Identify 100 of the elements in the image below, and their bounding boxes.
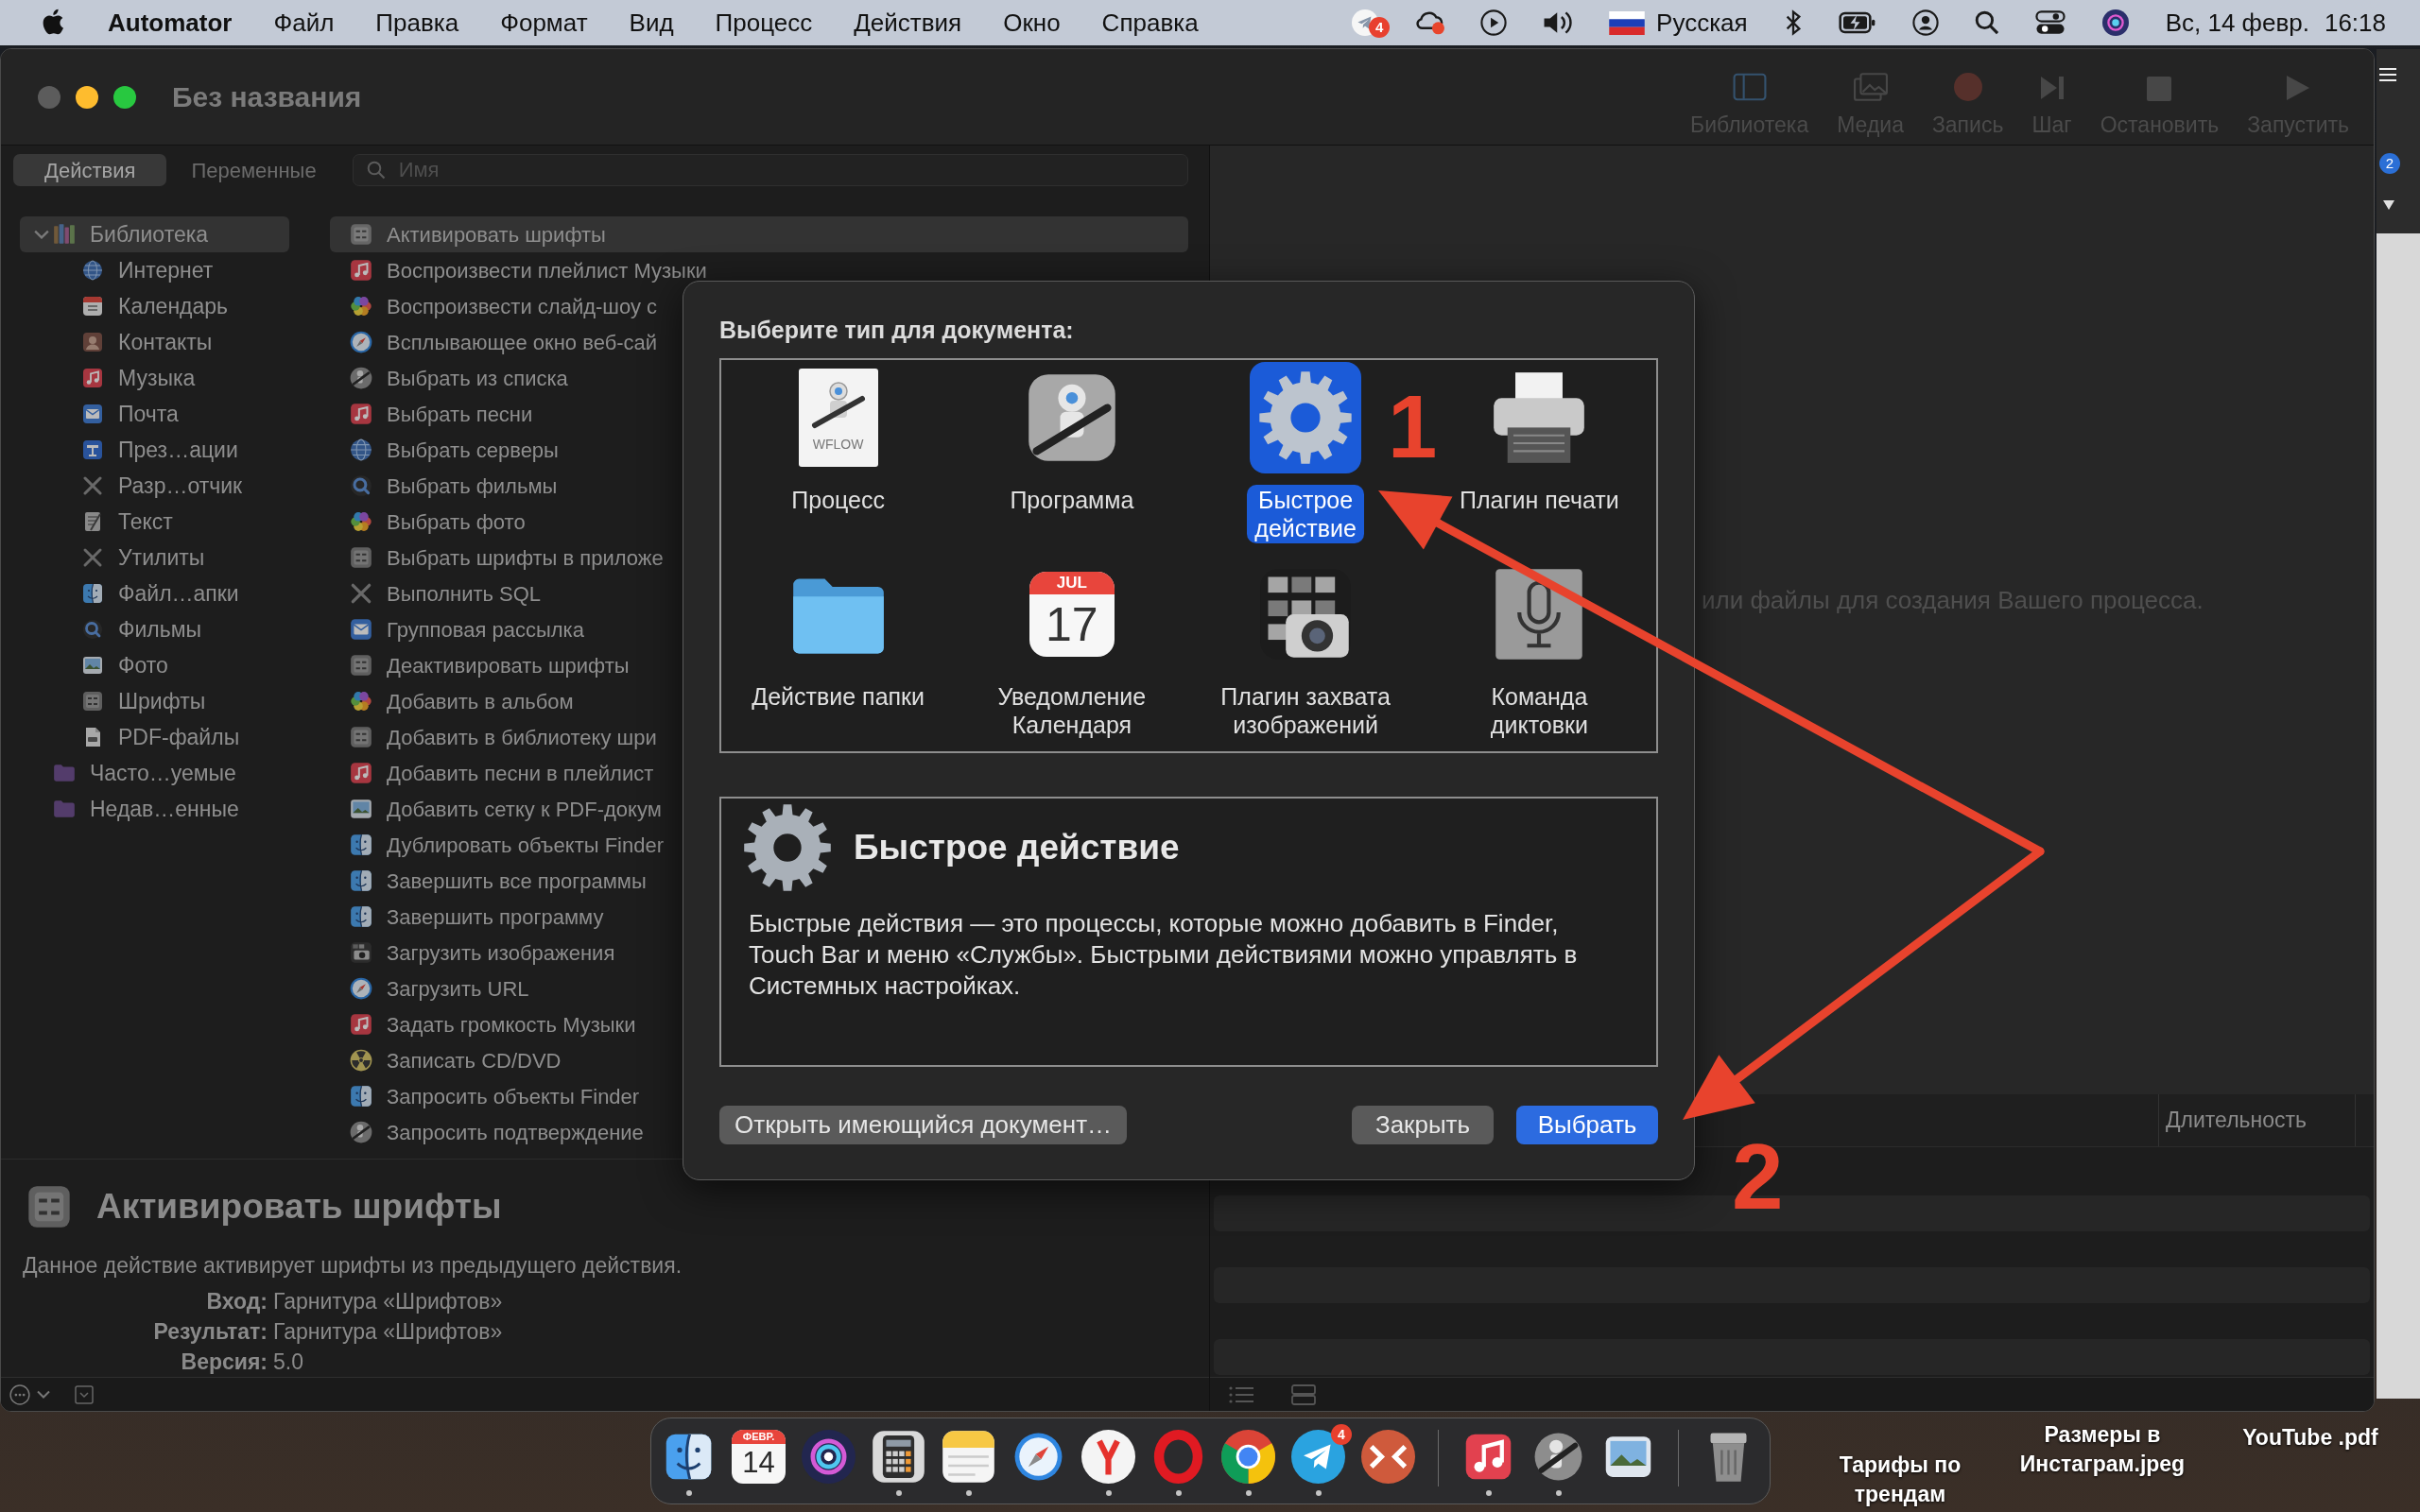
document-type-option[interactable]: Плагин печати (1452, 362, 1627, 543)
menu-item[interactable]: Вид (629, 4, 674, 42)
sidebar-item[interactable]: Контакты (20, 324, 289, 360)
menu-item[interactable]: Файл (273, 4, 335, 42)
close-button[interactable]: Закрыть (1352, 1106, 1494, 1144)
action-item[interactable]: Выбрать шрифты в приложе (330, 540, 666, 576)
action-item[interactable]: Завершить все программы (330, 863, 649, 899)
action-item[interactable]: Загрузить URL (330, 971, 532, 1006)
orb-icon[interactable] (802, 1430, 856, 1484)
chevron-down-icon[interactable] (37, 1390, 50, 1399)
action-item[interactable]: Активировать шрифты (330, 216, 1188, 252)
action-item[interactable]: Выбрать серверы (330, 432, 562, 468)
menu-item[interactable]: Формат (500, 4, 588, 42)
sidebar-item[interactable]: През…ации (20, 432, 289, 468)
action-item[interactable]: Добавить в альбом (330, 683, 577, 719)
sidebar-item[interactable]: Файл…апки (20, 576, 289, 611)
orb-icon[interactable] (2100, 9, 2130, 36)
action-item[interactable]: Воспроизвести плейлист Музыки (330, 252, 710, 288)
sidebar-item[interactable]: Музыка (20, 360, 289, 396)
zoom-button[interactable] (113, 85, 136, 109)
action-item[interactable]: Выбрать песни (330, 396, 536, 432)
calculator-icon[interactable] (872, 1430, 925, 1484)
action-item[interactable]: Всплывающее окно веб-сай (330, 324, 661, 360)
action-item[interactable]: Запросить подтверждение (330, 1114, 647, 1150)
sidebar-item[interactable]: Текст (20, 504, 289, 540)
document-type-option[interactable]: Плагин захвата изображений (1213, 558, 1398, 740)
action-item[interactable]: Выбрать из списка (330, 360, 571, 396)
document-type-option[interactable]: WFLOW Процесс (782, 362, 894, 543)
document-type-option[interactable]: Быстрое действие (1247, 362, 1364, 543)
action-item[interactable]: Запросить объекты Finder (330, 1078, 643, 1114)
column-header[interactable]: Длительность (2166, 1104, 2308, 1137)
action-item[interactable]: Деактивировать шрифты (330, 647, 632, 683)
action-item[interactable]: Выбрать фото (330, 504, 528, 540)
sidebar-item[interactable]: Почта (20, 396, 289, 432)
action-item[interactable]: Добавить сетку к PDF-докум (330, 791, 665, 827)
input-source-label[interactable]: Русская (1656, 4, 1748, 42)
document-type-option[interactable]: JUL 17 Уведомление Календаря (990, 558, 1154, 740)
calendar-icon[interactable]: ФЕВР. 14 (732, 1430, 786, 1484)
action-item[interactable]: Завершить программу (330, 899, 607, 935)
action-item[interactable]: Добавить песни в плейлист (330, 755, 657, 791)
document-type-option[interactable]: Команда диктовки (1482, 558, 1596, 740)
tab[interactable]: Переменные (166, 154, 341, 186)
sidebar-item[interactable]: Фильмы (20, 611, 289, 647)
choose-button[interactable]: Выбрать (1516, 1106, 1658, 1144)
tab[interactable]: Действия (13, 154, 167, 186)
search-icon[interactable] (1974, 9, 1999, 36)
menu-item[interactable]: Действия (854, 4, 962, 42)
action-item[interactable]: Задать громкость Музыки (330, 1006, 639, 1042)
user-icon[interactable] (1911, 9, 1939, 36)
sidebar-item[interactable]: Часто…уемые (20, 755, 289, 791)
action-item[interactable]: Выполнить SQL (330, 576, 544, 611)
menu-item[interactable]: Окно (1003, 4, 1061, 42)
volume-icon[interactable] (1543, 9, 1574, 36)
menu-item[interactable]: Правка (375, 4, 459, 42)
desktop-file-name[interactable]: Тарифы по трендам (1824, 1451, 1976, 1509)
sidebar-item[interactable]: Библиотека (20, 216, 289, 252)
sidebar-item[interactable]: Утилиты (20, 540, 289, 576)
y-mark-icon[interactable] (1081, 1430, 1135, 1484)
notepad-icon[interactable] (942, 1430, 995, 1484)
open-document-button[interactable]: Открыть имеющийся документ… (719, 1106, 1128, 1144)
action-item[interactable]: Записать CD/DVD (330, 1042, 564, 1078)
sidebar-item[interactable]: Календарь (20, 288, 289, 324)
oval-ring-icon[interactable] (1151, 1430, 1205, 1484)
chevron-icon[interactable] (34, 230, 49, 239)
cloud-icon[interactable] (1414, 9, 1445, 36)
battery-icon[interactable] (1838, 9, 1876, 36)
desktop-file-name[interactable]: YouTube .pdf (2235, 1423, 2386, 1452)
flag-icon[interactable] (1609, 10, 1646, 35)
toggles-icon[interactable] (2034, 9, 2066, 36)
action-item[interactable]: Добавить в библиотеку шри (330, 719, 660, 755)
sidebar-item[interactable]: Недав…енные (20, 791, 289, 827)
menu-bar-date[interactable]: Вс, 14 февр. (2165, 4, 2309, 42)
sidebar-item[interactable]: Шрифты (20, 683, 289, 719)
triangle-icon[interactable] (2383, 200, 2394, 210)
app-menu[interactable]: Automator (108, 4, 233, 42)
minimize-button[interactable] (76, 85, 98, 109)
sidebar-item[interactable]: Фото (20, 647, 289, 683)
action-item[interactable]: Выбрать фильмы (330, 468, 561, 504)
document-type-option[interactable]: Действие папки (744, 558, 932, 740)
action-item[interactable]: Загрузить изображения (330, 935, 618, 971)
sidebar-item[interactable]: PDF-файлы (20, 719, 289, 755)
paper-plane-icon[interactable] (1291, 1430, 1345, 1484)
menu-lines-icon[interactable] (2379, 68, 2396, 81)
segmented-circle-icon[interactable] (1221, 1430, 1275, 1484)
menu-bar-time[interactable]: 16:18 (2324, 4, 2386, 42)
more-options-icon[interactable] (9, 1383, 30, 1405)
action-item[interactable]: Групповая рассылка (330, 611, 587, 647)
desktop-file-name[interactable]: Размеры в Инстаграм.jpeg (1998, 1420, 2206, 1479)
document-type-option[interactable]: Программа (1002, 362, 1142, 543)
apple-icon[interactable] (42, 9, 66, 37)
action-item[interactable]: Воспроизвести слайд-шоу с (330, 288, 661, 324)
sidebar-item[interactable]: Интернет (20, 252, 289, 288)
action-item[interactable]: Дублировать объекты Finder (330, 827, 666, 863)
menu-item[interactable]: Процесс (715, 4, 813, 42)
sidebar-item[interactable]: Разр…отчик (20, 468, 289, 504)
chevrons-icon[interactable] (1361, 1430, 1415, 1484)
smiling-face-icon (81, 582, 104, 605)
square-chevron-icon[interactable] (75, 1384, 94, 1404)
play-icon[interactable] (1480, 9, 1508, 36)
menu-item[interactable]: Справка (1101, 4, 1199, 42)
